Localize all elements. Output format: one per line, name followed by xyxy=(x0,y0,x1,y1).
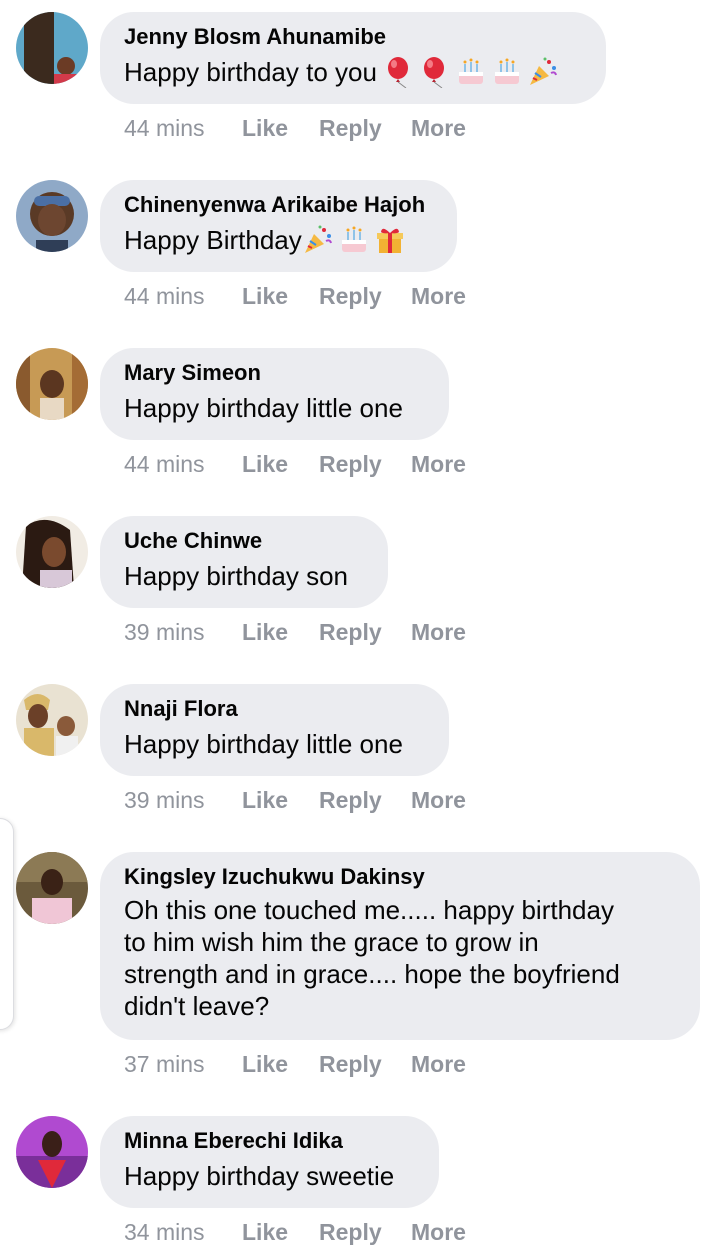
avatar[interactable] xyxy=(16,852,88,924)
avatar[interactable] xyxy=(16,516,88,588)
comment-time[interactable]: 44 mins xyxy=(124,114,242,142)
reply-button[interactable]: Reply xyxy=(319,786,411,814)
comment-author[interactable]: Chinenyenwa Arikaibe Hajoh xyxy=(124,192,433,218)
comment-actions: 44 mins Like Reply More xyxy=(124,450,466,478)
more-button[interactable]: More xyxy=(411,114,466,142)
comment-text-line: didn't leave? xyxy=(124,991,270,1021)
birthday-cake-icon xyxy=(338,224,370,256)
comment-author[interactable]: Jenny Blosm Ahunamibe xyxy=(124,24,582,50)
comment-text-row: Happy Birthday xyxy=(124,224,433,256)
like-button[interactable]: Like xyxy=(242,114,319,142)
more-button[interactable]: More xyxy=(411,618,466,646)
comment-bubble: Nnaji Flora Happy birthday little one xyxy=(100,684,449,776)
like-button[interactable]: Like xyxy=(242,450,319,478)
more-button[interactable]: More xyxy=(411,282,466,310)
like-button[interactable]: Like xyxy=(242,618,319,646)
comment-text: Happy birthday son xyxy=(124,561,349,591)
comment-actions: 39 mins Like Reply More xyxy=(124,618,466,646)
like-button[interactable]: Like xyxy=(242,1050,319,1078)
comment-time[interactable]: 39 mins xyxy=(124,618,242,646)
comment-time[interactable]: 39 mins xyxy=(124,786,242,814)
comment-text-line: strength and in grace.... hope the boyfr… xyxy=(124,959,620,989)
comment-text-line: to him wish him the grace to grow in xyxy=(124,927,539,957)
reply-button[interactable]: Reply xyxy=(319,114,411,142)
birthday-cake-icon xyxy=(491,56,523,88)
comment-author[interactable]: Kingsley Izuchukwu Dakinsy xyxy=(124,864,676,890)
comment-bubble: Uche Chinwe Happy birthday son xyxy=(100,516,388,608)
comment-author[interactable]: Minna Eberechi Idika xyxy=(124,1128,415,1154)
comment-text-row: Happy birthday to you xyxy=(124,56,582,88)
balloon-icon xyxy=(383,56,415,88)
comment-author[interactable]: Nnaji Flora xyxy=(124,696,425,722)
comment-author[interactable]: Mary Simeon xyxy=(124,360,425,386)
comment-text: Happy Birthday xyxy=(124,225,302,255)
reply-button[interactable]: Reply xyxy=(319,450,411,478)
more-button[interactable]: More xyxy=(411,450,466,478)
reply-button[interactable]: Reply xyxy=(319,1050,411,1078)
more-button[interactable]: More xyxy=(411,1050,466,1078)
comment-time[interactable]: 44 mins xyxy=(124,282,242,310)
comment-bubble: Minna Eberechi Idika Happy birthday swee… xyxy=(100,1116,439,1208)
avatar[interactable] xyxy=(16,348,88,420)
comment-actions: 39 mins Like Reply More xyxy=(124,786,466,814)
comment-time[interactable]: 44 mins xyxy=(124,450,242,478)
reply-button[interactable]: Reply xyxy=(319,618,411,646)
comment-text: Happy birthday to you xyxy=(124,57,377,87)
avatar[interactable] xyxy=(16,1116,88,1188)
comment-text: Oh this one touched me..... happy birthd… xyxy=(124,894,676,1022)
comment-time[interactable]: 34 mins xyxy=(124,1218,242,1246)
avatar[interactable] xyxy=(16,12,88,84)
reply-button[interactable]: Reply xyxy=(319,282,411,310)
comment-actions: 44 mins Like Reply More xyxy=(124,282,466,310)
comment-author[interactable]: Uche Chinwe xyxy=(124,528,364,554)
comment-bubble: Chinenyenwa Arikaibe Hajoh Happy Birthda… xyxy=(100,180,457,272)
comment-text-line: Oh this one touched me..... happy birthd… xyxy=(124,895,614,925)
emoji-row xyxy=(383,56,559,88)
like-button[interactable]: Like xyxy=(242,282,319,310)
more-button[interactable]: More xyxy=(411,1218,466,1246)
party-popper-icon xyxy=(527,56,559,88)
emoji-row xyxy=(302,224,406,256)
comment-actions: 34 mins Like Reply More xyxy=(124,1218,466,1246)
balloon-icon xyxy=(419,56,451,88)
comment-bubble: Kingsley Izuchukwu Dakinsy Oh this one t… xyxy=(100,852,700,1040)
avatar[interactable] xyxy=(16,684,88,756)
birthday-cake-icon xyxy=(455,56,487,88)
like-button[interactable]: Like xyxy=(242,1218,319,1246)
comment-text: Happy birthday sweetie xyxy=(124,1161,395,1191)
comment-actions: 44 mins Like Reply More xyxy=(124,114,466,142)
comment-text: Happy birthday little one xyxy=(124,393,403,423)
party-popper-icon xyxy=(302,224,334,256)
partial-card-edge xyxy=(0,818,14,1030)
comment-bubble: Jenny Blosm Ahunamibe Happy birthday to … xyxy=(100,12,606,104)
like-button[interactable]: Like xyxy=(242,786,319,814)
comment-time[interactable]: 37 mins xyxy=(124,1050,242,1078)
comment-actions: 37 mins Like Reply More xyxy=(124,1050,466,1078)
reply-button[interactable]: Reply xyxy=(319,1218,411,1246)
more-button[interactable]: More xyxy=(411,786,466,814)
avatar[interactable] xyxy=(16,180,88,252)
wrapped-gift-icon xyxy=(374,224,406,256)
comment-bubble: Mary Simeon Happy birthday little one xyxy=(100,348,449,440)
comment-text: Happy birthday little one xyxy=(124,729,403,759)
